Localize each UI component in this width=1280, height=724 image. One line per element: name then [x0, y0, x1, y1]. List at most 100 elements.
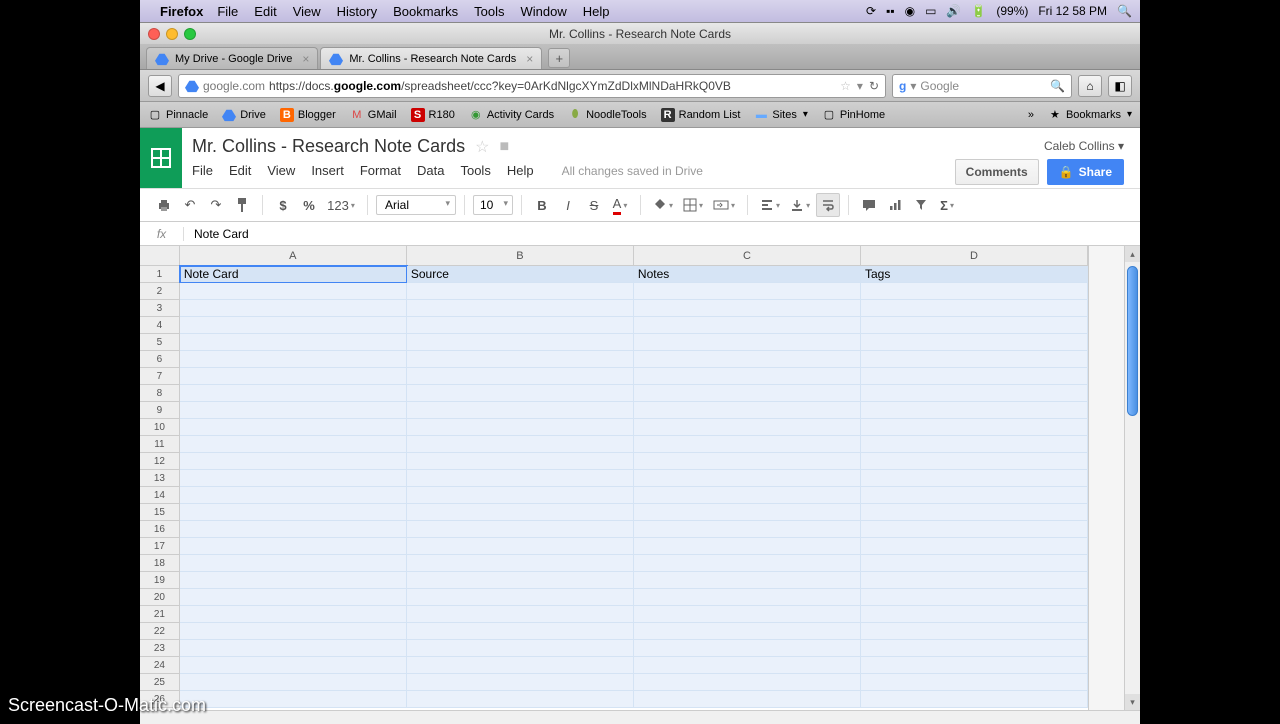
row-header[interactable]: 16 [140, 521, 180, 538]
row-header[interactable]: 15 [140, 504, 180, 521]
bookmark-random[interactable]: RRandom List [661, 108, 741, 122]
cell-C20[interactable] [634, 589, 861, 606]
row-header[interactable]: 18 [140, 555, 180, 572]
select-all-corner[interactable] [140, 246, 180, 265]
cell-C11[interactable] [634, 436, 861, 453]
cell-D25[interactable] [861, 674, 1088, 691]
cell-C23[interactable] [634, 640, 861, 657]
cell-B26[interactable] [407, 691, 634, 708]
cell-A7[interactable] [180, 368, 407, 385]
overflow-chevron-icon[interactable]: » [1028, 109, 1034, 121]
cell-A10[interactable] [180, 419, 407, 436]
back-button[interactable]: ◀ [148, 75, 172, 97]
cell-B14[interactable] [407, 487, 634, 504]
row-header[interactable]: 24 [140, 657, 180, 674]
row-header[interactable]: 12 [140, 453, 180, 470]
cell-A5[interactable] [180, 334, 407, 351]
formula-value[interactable]: Note Card [184, 227, 249, 241]
cell-A6[interactable] [180, 351, 407, 368]
cell-C24[interactable] [634, 657, 861, 674]
binoculars-icon[interactable]: ▪▪ [886, 4, 895, 18]
cell-D22[interactable] [861, 623, 1088, 640]
menu-edit[interactable]: Edit [254, 4, 276, 19]
cell-B12[interactable] [407, 453, 634, 470]
tab-close-icon[interactable]: × [526, 52, 533, 66]
sheets-menu-insert[interactable]: Insert [311, 163, 344, 178]
cell-D13[interactable] [861, 470, 1088, 487]
row-header[interactable]: 6 [140, 351, 180, 368]
cell-B15[interactable] [407, 504, 634, 521]
home-button[interactable]: ⌂ [1078, 75, 1102, 97]
menu-help[interactable]: Help [583, 4, 610, 19]
tab-close-icon[interactable]: × [302, 52, 309, 66]
window-minimize-button[interactable] [166, 28, 178, 40]
cell-B2[interactable] [407, 283, 634, 300]
cell-B9[interactable] [407, 402, 634, 419]
cell-B8[interactable] [407, 385, 634, 402]
browser-tab-sheets[interactable]: Mr. Collins - Research Note Cards × [320, 47, 542, 69]
row-header[interactable]: 3 [140, 300, 180, 317]
cell-D12[interactable] [861, 453, 1088, 470]
cell-D4[interactable] [861, 317, 1088, 334]
text-color-button[interactable]: A▾ [608, 193, 632, 217]
cell-A8[interactable] [180, 385, 407, 402]
row-header[interactable]: 13 [140, 470, 180, 487]
sheets-menu-format[interactable]: Format [360, 163, 401, 178]
folder-icon[interactable]: ■ [499, 138, 509, 156]
cell-A2[interactable] [180, 283, 407, 300]
functions-button[interactable]: Σ▾ [935, 193, 959, 217]
cell-C5[interactable] [634, 334, 861, 351]
row-header[interactable]: 17 [140, 538, 180, 555]
cell-D3[interactable] [861, 300, 1088, 317]
cell-D15[interactable] [861, 504, 1088, 521]
row-header[interactable]: 10 [140, 419, 180, 436]
dropdown-icon[interactable]: ▾ [857, 79, 863, 93]
extension-button[interactable]: ◧ [1108, 75, 1132, 97]
cell-B5[interactable] [407, 334, 634, 351]
wifi-icon[interactable]: ◉ [905, 4, 915, 18]
valign-button[interactable]: ▾ [786, 193, 814, 217]
sheets-menu-file[interactable]: File [192, 163, 213, 178]
cell-B7[interactable] [407, 368, 634, 385]
bookmark-drive[interactable]: Drive [222, 108, 266, 122]
bookmark-gmail[interactable]: MGMail [350, 108, 397, 122]
cell-C6[interactable] [634, 351, 861, 368]
cell-A11[interactable] [180, 436, 407, 453]
formula-bar[interactable]: fx Note Card [140, 222, 1140, 246]
cell-D14[interactable] [861, 487, 1088, 504]
cell-B13[interactable] [407, 470, 634, 487]
cell-B21[interactable] [407, 606, 634, 623]
cell-C9[interactable] [634, 402, 861, 419]
cell-A15[interactable] [180, 504, 407, 521]
cell-D24[interactable] [861, 657, 1088, 674]
search-icon[interactable]: 🔍 [1050, 79, 1065, 93]
cell-C13[interactable] [634, 470, 861, 487]
cell-B22[interactable] [407, 623, 634, 640]
insert-comment-button[interactable] [857, 193, 881, 217]
bookmark-star-icon[interactable]: ☆ [840, 79, 851, 93]
share-button[interactable]: 🔒Share [1047, 159, 1124, 185]
cell-A20[interactable] [180, 589, 407, 606]
row-header[interactable]: 20 [140, 589, 180, 606]
cell-C22[interactable] [634, 623, 861, 640]
cell-C25[interactable] [634, 674, 861, 691]
bookmark-pinnacle[interactable]: ▢Pinnacle [148, 108, 208, 122]
cell-C8[interactable] [634, 385, 861, 402]
row-header[interactable]: 19 [140, 572, 180, 589]
column-header-c[interactable]: C [634, 246, 861, 265]
cell-C12[interactable] [634, 453, 861, 470]
spotlight-icon[interactable]: 🔍 [1117, 4, 1132, 18]
merge-button[interactable]: ▾ [709, 193, 739, 217]
browser-tab-drive[interactable]: My Drive - Google Drive × [146, 47, 318, 69]
cell-D10[interactable] [861, 419, 1088, 436]
row-header[interactable]: 21 [140, 606, 180, 623]
wrap-button[interactable] [816, 193, 840, 217]
window-close-button[interactable] [148, 28, 160, 40]
sheets-menu-data[interactable]: Data [417, 163, 444, 178]
row-header[interactable]: 1 [140, 266, 180, 283]
italic-button[interactable]: I [556, 193, 580, 217]
cell-A25[interactable] [180, 674, 407, 691]
row-header[interactable]: 8 [140, 385, 180, 402]
row-header[interactable]: 9 [140, 402, 180, 419]
percent-button[interactable]: % [297, 193, 321, 217]
